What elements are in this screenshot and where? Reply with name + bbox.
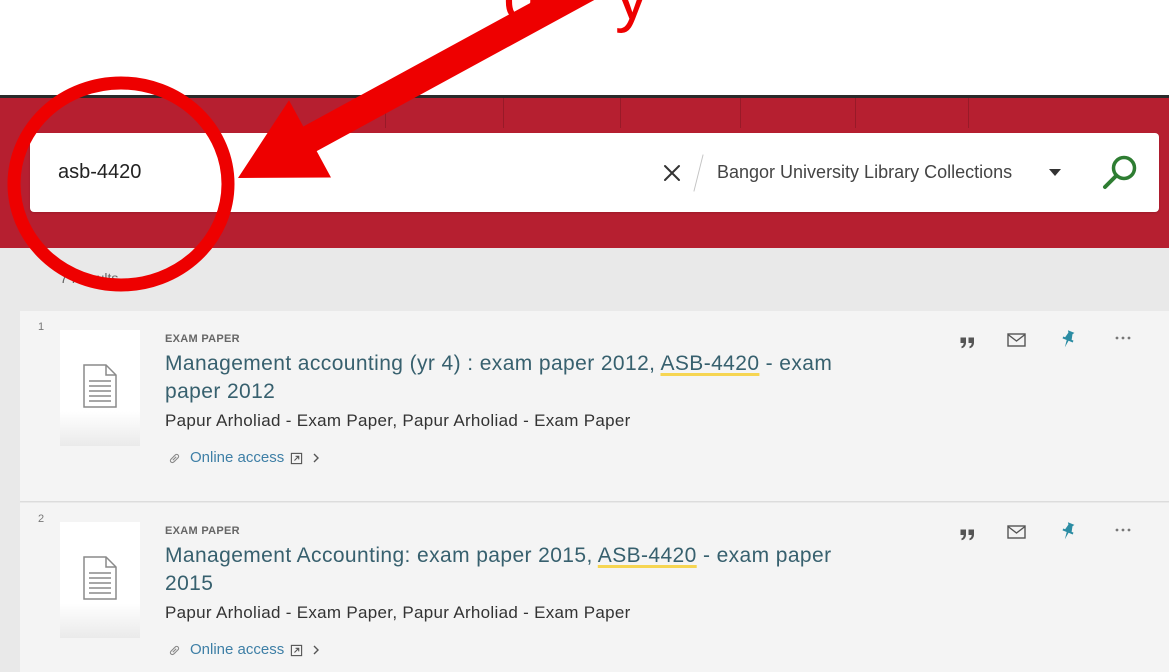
results-area: 7 Results 1 EXAM PAPER Management accoun… — [0, 248, 1169, 672]
more-actions-button[interactable] — [1115, 528, 1131, 532]
pin-icon — [1062, 522, 1075, 540]
result-thumbnail[interactable] — [60, 522, 140, 638]
nav-tab-divider — [855, 98, 856, 128]
more-actions-button[interactable] — [1115, 336, 1131, 340]
result-title-link[interactable]: Management Accounting: exam paper 2015, … — [165, 542, 855, 598]
pin-button[interactable] — [1060, 522, 1076, 541]
chevron-right-icon — [313, 453, 320, 463]
annotation-caption-fragment: g — [503, 0, 541, 30]
site-header: Bangor University Library Collections — [0, 95, 1169, 248]
result-index: 1 — [38, 321, 45, 333]
search-icon — [1103, 155, 1137, 189]
annotation-caption: g y — [0, 0, 1169, 40]
result-item[interactable]: 2 EXAM PAPER Management Accounting: exam… — [20, 503, 1169, 672]
results-count: 7 Results — [60, 270, 119, 286]
more-icon — [1115, 528, 1131, 532]
online-access-link[interactable]: Online access — [168, 448, 320, 468]
mail-icon — [1007, 525, 1026, 539]
online-access-label: Online access — [190, 449, 285, 466]
chevron-right-icon — [313, 645, 320, 655]
quote-icon — [960, 529, 974, 541]
caret-down-icon[interactable] — [1049, 169, 1061, 176]
cite-button[interactable] — [960, 529, 975, 541]
pin-icon — [1062, 330, 1075, 348]
search-input[interactable] — [58, 133, 648, 212]
online-access-label: Online access — [190, 641, 285, 658]
pin-button[interactable] — [1060, 330, 1076, 349]
more-icon — [1115, 336, 1131, 340]
cite-button[interactable] — [960, 337, 975, 349]
nav-tab-divider — [385, 98, 386, 128]
result-creator: Papur Arholiad - Exam Paper, Papur Arhol… — [165, 411, 631, 430]
annotation-caption-fragment: y — [615, 0, 649, 30]
result-type: EXAM PAPER — [165, 333, 240, 345]
email-button[interactable] — [1007, 333, 1026, 347]
nav-tab-divider — [620, 98, 621, 128]
quote-icon — [960, 337, 974, 349]
document-icon — [83, 556, 117, 600]
result-title-link[interactable]: Management accounting (yr 4) : exam pape… — [165, 350, 855, 406]
email-button[interactable] — [1007, 525, 1026, 539]
document-icon — [83, 364, 117, 408]
result-title-text: Management accounting (yr 4) : exam pape… — [165, 352, 661, 375]
link-icon — [169, 645, 180, 655]
nav-tab-divider — [968, 98, 969, 128]
result-creator: Papur Arholiad - Exam Paper, Papur Arhol… — [165, 603, 631, 622]
search-scope-select[interactable]: Bangor University Library Collections — [717, 133, 1012, 212]
search-term-highlight: ASB-4420 — [597, 544, 697, 567]
result-thumbnail[interactable] — [60, 330, 140, 446]
link-icon — [169, 453, 180, 463]
result-type: EXAM PAPER — [165, 525, 240, 537]
nav-tab-divider — [740, 98, 741, 128]
search-bar: Bangor University Library Collections — [30, 133, 1159, 212]
online-access-link[interactable]: Online access — [168, 640, 320, 660]
nav-tab-divider — [503, 98, 504, 128]
mail-icon — [1007, 333, 1026, 347]
result-title-text: Management Accounting: exam paper 2015, — [165, 544, 598, 567]
external-link-icon — [291, 644, 303, 656]
search-term-highlight: ASB-4420 — [660, 352, 760, 375]
result-item[interactable]: 1 EXAM PAPER Management accounting (yr 4… — [20, 311, 1169, 502]
close-icon — [664, 165, 680, 181]
search-submit-button[interactable] — [1098, 153, 1140, 193]
clear-search-button[interactable] — [661, 162, 683, 184]
external-link-icon — [291, 452, 303, 464]
result-index: 2 — [38, 513, 45, 525]
scope-divider — [693, 154, 704, 192]
